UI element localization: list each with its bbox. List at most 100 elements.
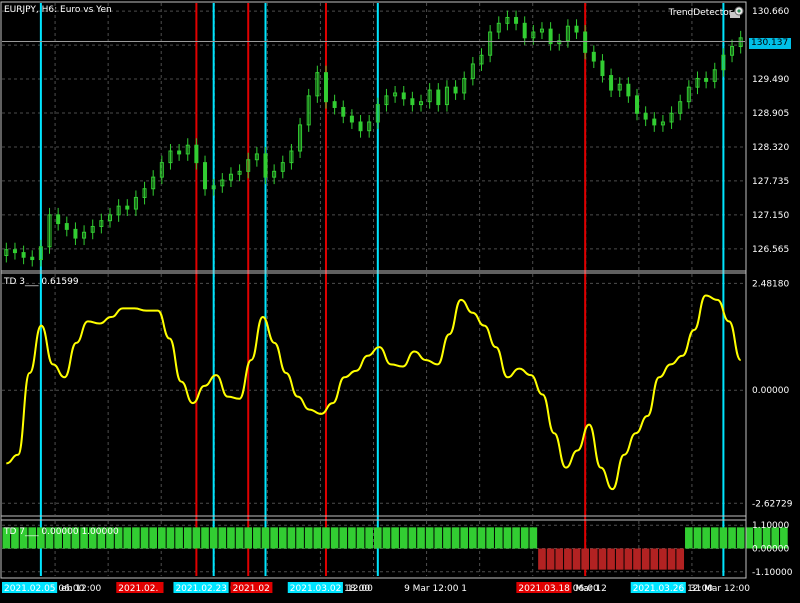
td7-bar [659,548,667,570]
td7-bar [270,527,278,549]
td7-histogram [2,527,788,570]
td7-bar [486,527,494,549]
candle-body [263,153,268,178]
td7-bar [123,527,132,549]
y-tick-label: 127.735 [752,177,789,187]
td7-bar [529,527,538,549]
td7-bar [425,527,434,549]
td7-bar [417,527,425,549]
y-tick-label: 1.10000 [752,521,789,531]
td7-bar [287,527,296,549]
td3-label: TD 3___ 0.61599 [4,277,79,287]
candle-body [332,101,337,108]
td7-bar [374,527,382,549]
td7-bar [555,548,564,570]
td7-bar [728,527,736,549]
td7-bar [330,527,339,549]
td7-bar [382,527,391,549]
time-tick-label: Mar 12 [576,584,607,594]
td7-bar [322,527,330,549]
td7-bar [650,548,659,570]
candle-body [12,249,17,254]
time-tick-label: 2021.02. [118,584,158,594]
y-tick-label: 2.48180 [752,279,789,289]
candle-body [574,25,579,33]
td7-bar [192,527,201,549]
td7-bar [581,548,589,570]
td7-bar [201,527,209,549]
y-tick-label: 129.490 [752,75,789,85]
td7-bar [667,548,676,570]
td7-bar [166,527,175,549]
candle-body [341,106,346,117]
td7-bar [615,548,624,570]
y-tick-label: 126.565 [752,245,789,255]
td7-bar [218,527,227,549]
candle-body [177,150,182,155]
chart-title: EURJPY, H6: Euro vs Yen [4,5,112,15]
td7-bar [589,548,598,570]
td7-bar [261,527,270,549]
chart-canvas[interactable]: 130.660130.075129.490128.905128.320127.7… [0,0,800,600]
td7-bar [624,548,633,570]
td7-bar [685,527,693,549]
td7-bar [710,527,719,549]
td7-bar [564,548,572,570]
candle-body [30,256,35,261]
candle-body [626,83,631,97]
td7-bar [365,527,373,549]
candle-body [436,89,441,106]
price-candles [2,10,745,267]
candle-body [358,121,363,132]
td7-bar [399,527,408,549]
candle-body [349,115,354,123]
time-tick-label: 12:00 [347,584,373,594]
candle-body [635,95,640,114]
td7-bar [443,527,451,549]
td7-bar [477,527,486,549]
y-axis-labels: 130.660130.075129.490128.905128.320127.7… [752,7,793,578]
y-tick-label: 130.660 [752,7,789,17]
candle-body [652,118,657,126]
candle-body [203,162,208,190]
candle-body [514,17,519,24]
td7-bar [391,527,399,549]
candle-body [410,98,415,106]
td7-bar [702,527,710,549]
indicator-icon[interactable] [728,4,744,20]
y-tick-label: 128.905 [752,109,789,119]
time-tick-label: eb 12:00 [61,584,101,594]
candle-body [522,22,527,39]
td7-bar [451,527,460,549]
td7-bar [512,527,520,549]
td7-bar [520,527,529,549]
td7-bar [183,527,192,549]
candle-body [591,51,596,62]
candle-body [453,86,458,94]
time-tick-label: 31 Mar 12:00 [690,584,750,594]
candle-body [583,31,588,53]
td7-bar [538,548,546,570]
td7-bar [546,548,555,570]
td7-bar [296,527,304,549]
td7-bar [209,527,218,549]
candle-body [600,60,605,77]
current-price-tag: 130.137 [749,38,791,49]
td7-bar [408,527,417,549]
candle-body [194,144,199,164]
td7-bar [434,527,443,549]
td7-bar [158,527,166,549]
y-tick-label: 0.00000 [752,545,789,555]
td7-bar [235,527,244,549]
td7-bar [460,527,469,549]
candle-body [609,75,614,91]
time-tick-label: 1 [461,584,467,594]
td7-bar [140,527,149,549]
td7-bar [469,527,477,549]
td7-bar [304,527,313,549]
td7-bar [149,527,158,549]
td7-bar [719,527,728,549]
trading-chart-window[interactable]: 130.660130.075129.490128.905128.320127.7… [0,0,800,600]
td7-bar [227,527,235,549]
y-tick-label: -1.10000 [752,568,793,578]
